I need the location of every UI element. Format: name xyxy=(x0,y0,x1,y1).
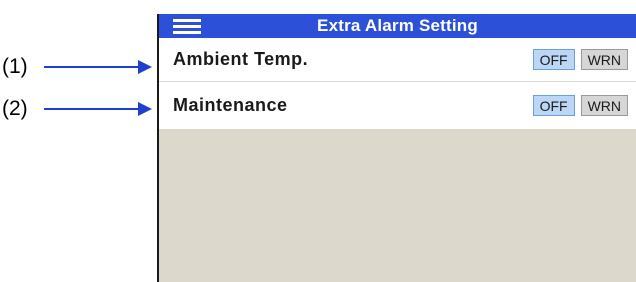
device-screen: Extra Alarm Setting Ambient Temp. OFF WR… xyxy=(157,14,636,282)
callout-1-label: (1) xyxy=(2,55,28,78)
maintenance-off-button[interactable]: OFF xyxy=(532,95,575,116)
hamburger-menu-icon[interactable] xyxy=(173,17,201,35)
ambient-temp-toggle-group: OFF WRN xyxy=(532,49,628,70)
arrow-right-icon xyxy=(44,102,152,116)
setting-label-ambient-temp: Ambient Temp. xyxy=(173,49,309,69)
ambient-temp-wrn-button[interactable]: WRN xyxy=(580,49,628,70)
arrow-right-icon xyxy=(44,60,152,74)
page: (1) (2) Extra Alarm Setting Ambient Temp… xyxy=(0,0,636,282)
setting-label-maintenance: Maintenance xyxy=(173,95,288,115)
callout-1: (1) xyxy=(0,55,160,79)
callout-2: (2) xyxy=(0,97,160,121)
maintenance-wrn-button[interactable]: WRN xyxy=(580,95,628,116)
setting-row-maintenance: Maintenance OFF WRN xyxy=(159,82,636,129)
ambient-temp-off-button[interactable]: OFF xyxy=(532,49,575,70)
callout-2-label: (2) xyxy=(2,97,28,120)
maintenance-toggle-group: OFF WRN xyxy=(532,95,628,116)
setting-row-ambient-temp: Ambient Temp. OFF WRN xyxy=(159,38,636,82)
title-bar: Extra Alarm Setting xyxy=(159,14,636,38)
screen-title: Extra Alarm Setting xyxy=(317,16,478,35)
alarm-settings-list: Ambient Temp. OFF WRN Maintenance OFF WR… xyxy=(159,38,636,129)
